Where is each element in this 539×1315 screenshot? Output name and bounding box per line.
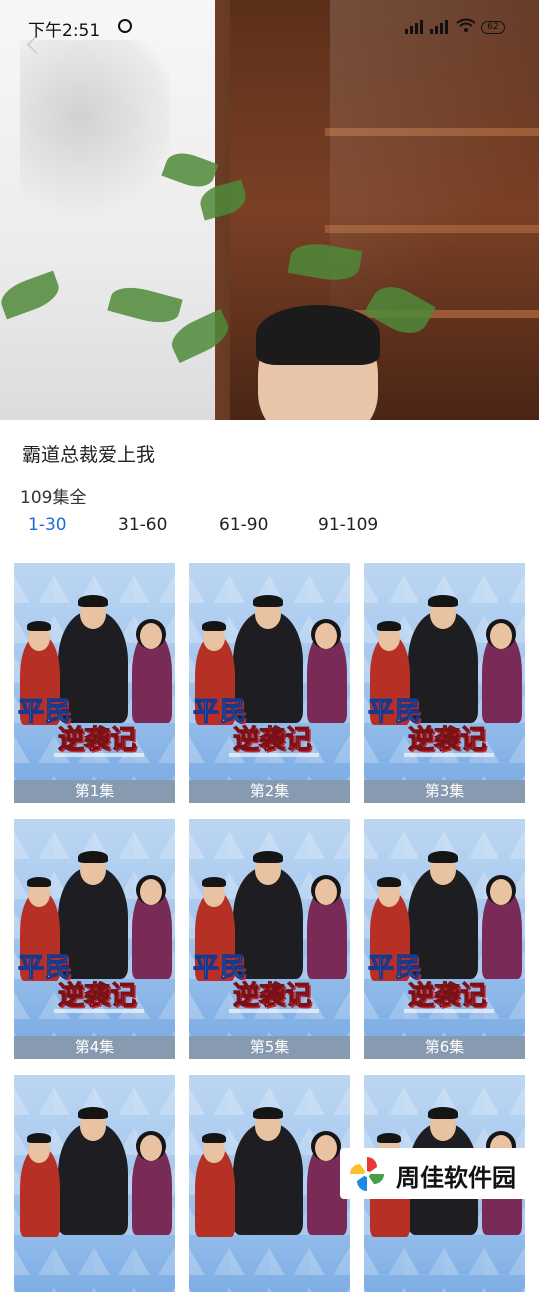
episode-card[interactable]: 平民 逆袭记 第5集 [189, 819, 350, 1059]
status-time: 下午2:51 [28, 21, 101, 41]
episode-poster: 平民 逆袭记 [189, 819, 350, 1036]
episode-label: 第2集 [189, 780, 350, 803]
watermark: 周佳软件园 [340, 1148, 539, 1199]
episode-label: 第1集 [14, 780, 175, 803]
episode-label: 第4集 [14, 1036, 175, 1059]
episode-card[interactable]: 平民 逆袭记 第4集 [14, 819, 175, 1059]
episode-card[interactable]: 平民 逆袭记 第6集 [364, 819, 525, 1059]
poster-subtitle: 逆袭记 [407, 981, 487, 1012]
signal-icon [405, 20, 423, 34]
actor-hair [256, 305, 380, 365]
status-bar: 下午2:51 62 [0, 0, 539, 56]
tab-1-30[interactable]: 1-30 [28, 515, 67, 535]
episode-poster: 平民 逆袭记 [364, 563, 525, 780]
poster-subtitle: 逆袭记 [57, 981, 137, 1012]
episode-card[interactable] [189, 1075, 350, 1315]
episode-poster: 平民 逆袭记 [14, 819, 175, 1036]
tab-31-60[interactable]: 31-60 [118, 515, 167, 535]
episode-card[interactable]: 平民 逆袭记 第2集 [189, 563, 350, 803]
episode-label: 第3集 [364, 780, 525, 803]
video-player[interactable] [0, 0, 539, 420]
pinwheel-logo-icon [350, 1157, 384, 1191]
episode-card[interactable]: 平民 逆袭记 第1集 [14, 563, 175, 803]
episode-range-tabs: 1-30 31-60 61-90 91-109 [0, 515, 539, 545]
wall-painting [20, 40, 170, 230]
episode-poster [14, 1075, 175, 1292]
episode-poster: 平民 逆袭记 [14, 563, 175, 780]
drama-title: 霸道总裁爱上我 [22, 444, 156, 466]
episode-card[interactable] [14, 1075, 175, 1315]
poster-subtitle: 逆袭记 [232, 725, 312, 756]
poster-subtitle: 逆袭记 [407, 725, 487, 756]
alarm-icon [118, 19, 132, 33]
episode-poster [189, 1075, 350, 1292]
watermark-text: 周佳软件园 [396, 1164, 516, 1192]
battery-icon: 62 [481, 21, 505, 34]
poster-subtitle: 逆袭记 [57, 725, 137, 756]
episode-card[interactable]: 平民 逆袭记 第3集 [364, 563, 525, 803]
episode-poster: 平民 逆袭记 [364, 819, 525, 1036]
episode-count: 109集全 [20, 488, 87, 508]
tab-91-109[interactable]: 91-109 [318, 515, 378, 535]
signal-icon [430, 20, 448, 34]
episode-label: 第6集 [364, 1036, 525, 1059]
episode-poster: 平民 逆袭记 [189, 563, 350, 780]
wifi-icon [456, 18, 476, 32]
episode-label: 第5集 [189, 1036, 350, 1059]
poster-subtitle: 逆袭记 [232, 981, 312, 1012]
tab-61-90[interactable]: 61-90 [219, 515, 268, 535]
